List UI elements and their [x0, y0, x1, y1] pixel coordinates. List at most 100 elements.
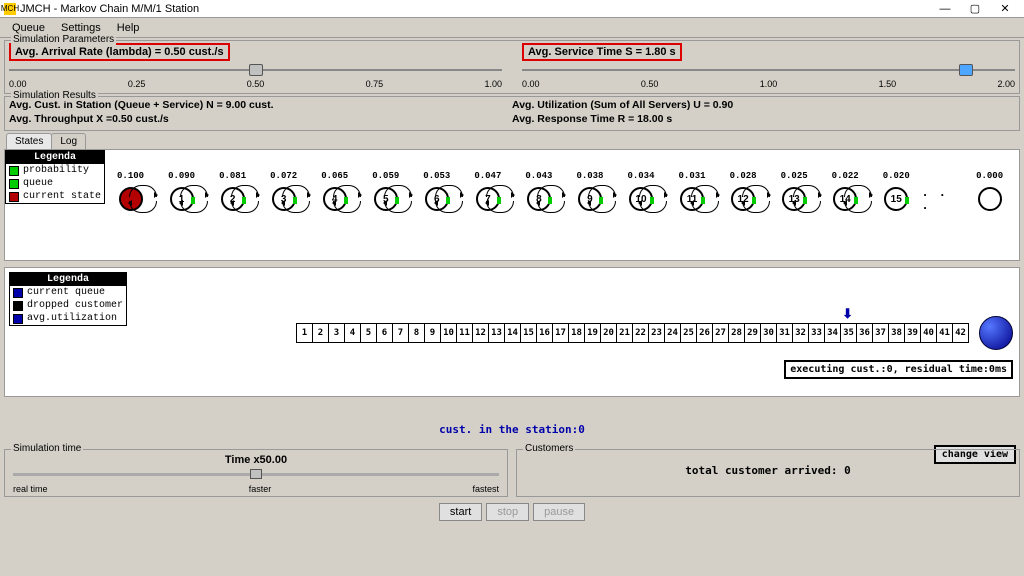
- service-time-label: Avg. Service Time S = 1.80 s: [522, 43, 682, 61]
- chain-state-0: 0.1000: [105, 187, 156, 211]
- legend-states: Legenda probability queue current state: [5, 150, 105, 204]
- queue-slot: 35: [840, 323, 857, 343]
- simulation-time: Simulation time Time x50.00 real time fa…: [4, 449, 508, 497]
- server-circle: [979, 316, 1013, 350]
- start-button[interactable]: start: [439, 503, 482, 521]
- queue-marker-icon: ⬇: [842, 306, 853, 322]
- customers-legend: Customers: [523, 443, 575, 454]
- close-button[interactable]: ✕: [990, 1, 1020, 17]
- queue-slot: 40: [920, 323, 937, 343]
- queue-slot: 8: [408, 323, 425, 343]
- queue-slot: 22: [632, 323, 649, 343]
- chain-state-5: 0.0595: [360, 187, 411, 211]
- queue-slot: 12: [472, 323, 489, 343]
- queue-slot: 37: [872, 323, 889, 343]
- legend-current-state: current state: [23, 191, 101, 202]
- queue-slot: 38: [888, 323, 905, 343]
- menubar: Queue Settings Help: [0, 18, 1024, 38]
- total-customers: total customer arrived: 0: [525, 454, 1011, 487]
- arrival-rate-slider[interactable]: [9, 63, 502, 79]
- time-slider[interactable]: [13, 468, 499, 482]
- pause-button[interactable]: pause: [533, 503, 585, 521]
- queue-slot: 32: [792, 323, 809, 343]
- legend-queue-panel: Legenda current queue dropped customer a…: [9, 272, 127, 326]
- minimize-button[interactable]: —: [930, 1, 960, 17]
- queue-slot: 30: [760, 323, 777, 343]
- queue-slot: 39: [904, 323, 921, 343]
- queue-slot: 2: [312, 323, 329, 343]
- time-multiplier: Time x50.00: [13, 454, 499, 466]
- chain-state-2: 0.0812: [207, 187, 258, 211]
- queue-slot: 13: [488, 323, 505, 343]
- window-title: JMCH - Markov Chain M/M/1 Station: [20, 3, 930, 15]
- chain-state-7: 0.0477: [462, 187, 513, 211]
- simulation-parameters: Simulation Parameters Avg. Arrival Rate …: [4, 40, 1020, 94]
- queue-slot: 15: [520, 323, 537, 343]
- queue-slot: 16: [536, 323, 553, 343]
- chain-state-11: 0.03111: [667, 187, 718, 211]
- tabs: States Log: [6, 133, 1024, 149]
- queue-slot: 7: [392, 323, 409, 343]
- titlebar: MCH JMCH - Markov Chain M/M/1 Station — …: [0, 0, 1024, 18]
- queue-slot: 27: [712, 323, 729, 343]
- queue-slot: 29: [744, 323, 761, 343]
- chain-state-9: 0.0389: [564, 187, 615, 211]
- queue-slots: 4241403938373635343332313029282726252423…: [297, 323, 969, 343]
- cust-in-station: cust. in the station:0: [0, 423, 1024, 436]
- chain-state-3: 0.0723: [258, 187, 309, 211]
- params-legend: Simulation Parameters: [11, 34, 116, 45]
- queue-slot: 25: [680, 323, 697, 343]
- stop-button[interactable]: stop: [486, 503, 529, 521]
- queue-slot: 31: [776, 323, 793, 343]
- result-x: Avg. Throughput X =0.50 cust./s: [9, 113, 512, 127]
- maximize-button[interactable]: ▢: [960, 1, 990, 17]
- queue-slot: 11: [456, 323, 473, 343]
- chain-state-10: 0.03410: [615, 187, 666, 211]
- queue-panel: Legenda current queue dropped customer a…: [4, 267, 1020, 397]
- service-ticks: 0.000.501.001.502.00: [522, 79, 1015, 89]
- legend-queue: queue: [23, 178, 53, 189]
- legend-current-queue: current queue: [27, 287, 105, 298]
- legend-dropped-customer: dropped customer: [27, 300, 123, 311]
- chain-state-8: 0.0438: [513, 187, 564, 211]
- app-icon: MCH: [4, 3, 16, 15]
- arrival-rate-label: Avg. Arrival Rate (lambda) = 0.50 cust./…: [9, 43, 230, 61]
- tab-log[interactable]: Log: [51, 133, 86, 149]
- queue-slot: 10: [440, 323, 457, 343]
- queue-slot: 3: [328, 323, 345, 343]
- queue-slot: 21: [616, 323, 633, 343]
- customers-panel: Customers total customer arrived: 0: [516, 449, 1020, 497]
- service-time-slider[interactable]: [522, 63, 1015, 79]
- queue-slot: 18: [568, 323, 585, 343]
- queue-slot: 6: [376, 323, 393, 343]
- execution-status: executing cust.:0, residual time:0ms: [784, 360, 1013, 379]
- time-right-label: fastest: [472, 484, 499, 494]
- queue-slot: 42: [952, 323, 969, 343]
- queue-slot: 14: [504, 323, 521, 343]
- chain-state-4: 0.0654: [309, 187, 360, 211]
- result-n: Avg. Cust. in Station (Queue + Service) …: [9, 99, 512, 113]
- legend-avg-utilization: avg.utilization: [27, 313, 117, 324]
- queue-slot: 26: [696, 323, 713, 343]
- tab-states[interactable]: States: [6, 133, 52, 149]
- queue-slot: 17: [552, 323, 569, 343]
- legend-title: Legenda: [6, 151, 104, 164]
- chain-state-1: 0.0901: [156, 187, 207, 211]
- queue-slot: 19: [584, 323, 601, 343]
- chain-state-6: 0.0536: [411, 187, 462, 211]
- queue-slot: 20: [600, 323, 617, 343]
- legend2-title: Legenda: [10, 273, 126, 286]
- simtime-legend: Simulation time: [11, 443, 83, 454]
- chain-state-12: 0.02812: [718, 187, 769, 211]
- markov-chain: 0.10000.09010.08120.07230.06540.05950.05…: [105, 186, 1015, 212]
- legend-probability: probability: [23, 165, 89, 176]
- queue-slot: 28: [728, 323, 745, 343]
- result-u: Avg. Utilization (Sum of All Servers) U …: [512, 99, 1015, 113]
- queue-slot: 4: [344, 323, 361, 343]
- control-buttons: start stop pause: [0, 503, 1024, 521]
- results-legend: Simulation Results: [11, 90, 98, 101]
- queue-slot: 24: [664, 323, 681, 343]
- queue-slot: 34: [824, 323, 841, 343]
- chain-state-15: 0.02015: [871, 187, 922, 211]
- chain-state-13: 0.02513: [769, 187, 820, 211]
